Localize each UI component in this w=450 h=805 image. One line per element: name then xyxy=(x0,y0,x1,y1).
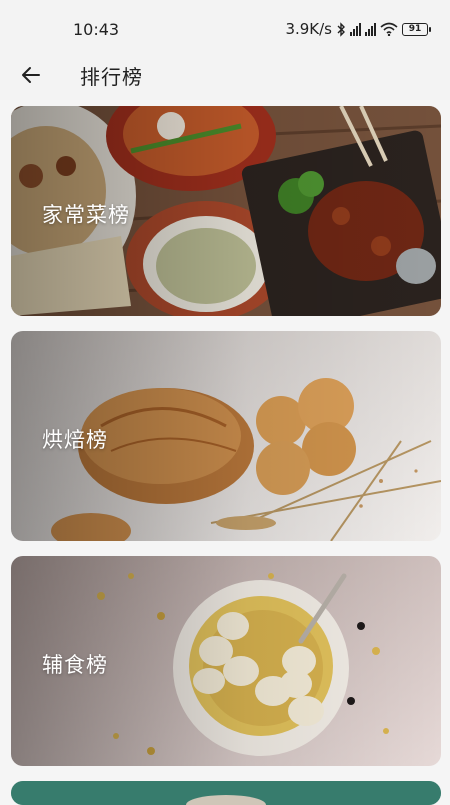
network-speed: 3.9K/s xyxy=(285,20,332,38)
ranking-list[interactable]: 家常菜榜 烘焙榜 辅食榜 xyxy=(11,106,441,805)
status-indicators: 3.9K/s 91 xyxy=(285,20,431,38)
ranking-card-baby-food[interactable]: 辅食榜 xyxy=(11,556,441,766)
status-bar: 10:43 3.9K/s 91 xyxy=(0,0,450,52)
battery-icon: 91 xyxy=(402,22,431,36)
signal-hd-icon xyxy=(350,22,361,36)
signal-hd-icon xyxy=(365,22,376,36)
page-title: 排行榜 xyxy=(80,65,143,89)
ranking-card-label: 辅食榜 xyxy=(42,653,108,677)
ranking-card-label: 家常菜榜 xyxy=(42,203,130,227)
status-time: 10:43 xyxy=(73,20,120,39)
ranking-card-next[interactable] xyxy=(11,781,441,805)
arrow-left-icon xyxy=(22,67,40,83)
battery-level: 91 xyxy=(408,24,422,34)
next-category-photo xyxy=(11,781,441,805)
ranking-card-label: 烘焙榜 xyxy=(42,428,108,452)
back-button[interactable] xyxy=(14,58,48,92)
app-bar: 排行榜 xyxy=(0,52,450,100)
wifi-icon xyxy=(380,22,398,36)
bluetooth-icon xyxy=(337,21,345,37)
ranking-card-baking[interactable]: 烘焙榜 xyxy=(11,331,441,541)
ranking-card-home-cooking[interactable]: 家常菜榜 xyxy=(11,106,441,316)
